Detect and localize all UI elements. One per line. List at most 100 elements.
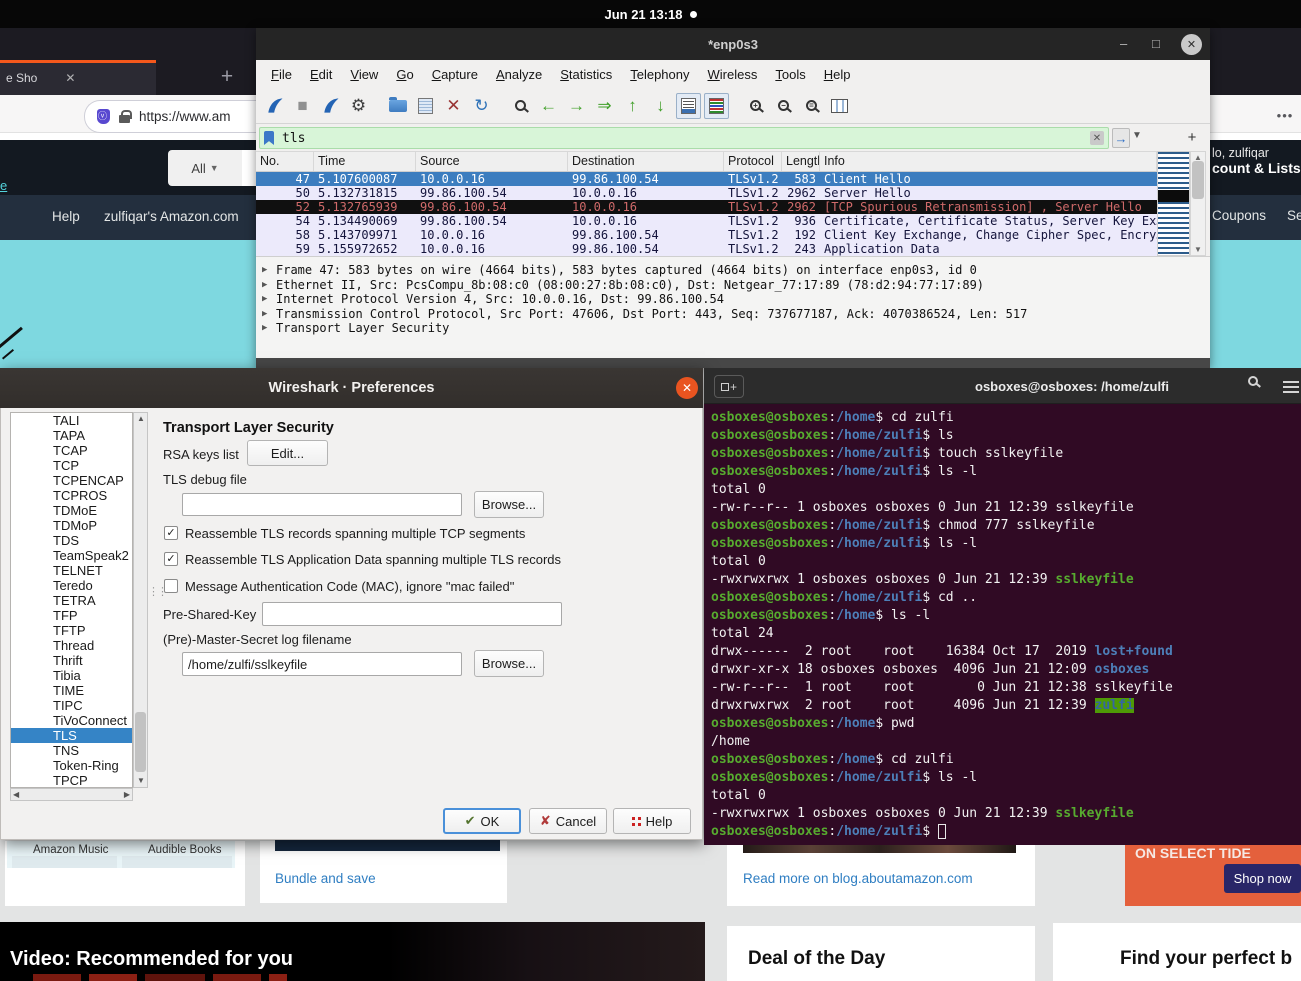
deal-card[interactable]: Deal of the Day bbox=[727, 926, 1035, 981]
protocol-item-tali[interactable]: TALI bbox=[11, 413, 132, 428]
checkbox-reassemble-appdata[interactable]: ✓ bbox=[164, 552, 178, 566]
search-input[interactable] bbox=[242, 150, 256, 186]
video-thumbnail[interactable] bbox=[269, 974, 287, 981]
filter-apply-button[interactable]: → bbox=[1112, 128, 1130, 148]
tracking-shield-icon[interactable] bbox=[97, 109, 110, 124]
close-icon[interactable]: ✕ bbox=[676, 377, 698, 399]
terminal-search-icon[interactable] bbox=[1248, 376, 1268, 396]
packet-row[interactable]: 545.13449006999.86.100.5410.0.0.16TLSv1.… bbox=[256, 214, 1157, 228]
protocol-item-tcpros[interactable]: TCPROS bbox=[11, 488, 132, 503]
protocol-item-teamspeak2[interactable]: TeamSpeak2 bbox=[11, 548, 132, 563]
checkbox-mac-ignore-label[interactable]: Message Authentication Code (MAC), ignor… bbox=[185, 579, 514, 594]
shop-now-button[interactable]: Shop now bbox=[1224, 864, 1301, 893]
protocol-item-thread[interactable]: Thread bbox=[11, 638, 132, 653]
protocol-item-time[interactable]: TIME bbox=[11, 683, 132, 698]
help-button[interactable]: Help bbox=[613, 808, 691, 834]
detail-row[interactable]: ▶Internet Protocol Version 4, Src: 10.0.… bbox=[262, 292, 1210, 307]
zoom-in-icon[interactable]: + bbox=[743, 93, 768, 119]
restart-capture-icon[interactable] bbox=[318, 93, 343, 119]
menu-view[interactable]: View bbox=[341, 67, 387, 82]
expand-arrow-icon[interactable]: ▶ bbox=[262, 307, 270, 322]
protocol-item-tns[interactable]: TNS bbox=[11, 743, 132, 758]
column-header-length[interactable]: Length bbox=[782, 152, 820, 171]
bundle-link[interactable]: Bundle and save bbox=[275, 871, 376, 886]
audible-books-label[interactable]: Audible Books bbox=[148, 844, 222, 856]
search-category-dropdown[interactable]: All ▼ bbox=[168, 150, 242, 186]
protocol-item-tcap[interactable]: TCAP bbox=[11, 443, 132, 458]
overflow-menu-icon[interactable]: ••• bbox=[1272, 103, 1298, 127]
scroll-right-icon[interactable]: ▶ bbox=[124, 790, 130, 799]
menu-analyze[interactable]: Analyze bbox=[487, 67, 551, 82]
protocol-item-telnet[interactable]: TELNET bbox=[11, 563, 132, 578]
menu-statistics[interactable]: Statistics bbox=[551, 67, 621, 82]
column-header-source[interactable]: Source bbox=[416, 152, 568, 171]
nav-link-help[interactable]: Help bbox=[52, 209, 80, 224]
detail-row[interactable]: ▶Transport Layer Security bbox=[262, 321, 1210, 336]
column-header-info[interactable]: Info bbox=[820, 152, 1157, 171]
filter-add-button[interactable]: + bbox=[1184, 127, 1200, 147]
protocol-item-tdmoe[interactable]: TDMoE bbox=[11, 503, 132, 518]
protocol-item-tcpencap[interactable]: TCPENCAP bbox=[11, 473, 132, 488]
menu-capture[interactable]: Capture bbox=[423, 67, 487, 82]
protocol-item-teredo[interactable]: Teredo bbox=[11, 578, 132, 593]
wireshark-titlebar[interactable]: *enp0s3 bbox=[256, 28, 1210, 60]
find-packet-icon[interactable] bbox=[508, 93, 533, 119]
packet-list-header[interactable]: No.TimeSourceDestinationProtocolLengthIn… bbox=[256, 151, 1157, 172]
hamburger-menu-icon[interactable] bbox=[1283, 381, 1299, 383]
video-thumbnail[interactable] bbox=[89, 974, 137, 981]
video-thumbnail[interactable] bbox=[213, 974, 261, 981]
protocol-list-hscrollbar[interactable]: ◀ ▶ bbox=[10, 788, 133, 801]
expand-arrow-icon[interactable]: ▶ bbox=[262, 321, 270, 336]
video-thumbnail[interactable] bbox=[145, 974, 205, 981]
go-to-packet-icon[interactable]: ⇒ bbox=[592, 93, 617, 119]
filter-clear-icon[interactable]: ✕ bbox=[1090, 131, 1104, 145]
menu-telephony[interactable]: Telephony bbox=[621, 67, 698, 82]
capture-options-icon[interactable]: ⚙ bbox=[346, 93, 371, 119]
expand-arrow-icon[interactable]: ▶ bbox=[262, 292, 270, 307]
amazon-music-label[interactable]: Amazon Music bbox=[33, 844, 108, 856]
detail-row[interactable]: ▶Ethernet II, Src: PcsCompu_8b:08:c0 (08… bbox=[262, 278, 1210, 293]
cancel-button[interactable]: ✘Cancel bbox=[529, 808, 607, 834]
zoom-out-icon[interactable]: − bbox=[771, 93, 796, 119]
protocol-item-tcp[interactable]: TCP bbox=[11, 458, 132, 473]
menu-edit[interactable]: Edit bbox=[301, 67, 341, 82]
protocol-item-tfp[interactable]: TFP bbox=[11, 608, 132, 623]
menu-help[interactable]: Help bbox=[815, 67, 860, 82]
scroll-up-icon[interactable]: ▲ bbox=[137, 414, 145, 423]
edit-button[interactable]: Edit... bbox=[247, 440, 328, 466]
minimize-icon[interactable]: – bbox=[1120, 36, 1127, 51]
protocol-item-token-ring[interactable]: Token-Ring bbox=[11, 758, 132, 773]
browse-debug-button[interactable]: Browse... bbox=[474, 491, 544, 518]
scrollbar-thumb[interactable] bbox=[1192, 161, 1204, 199]
psk-input[interactable] bbox=[262, 602, 562, 626]
protocol-item-tpcp[interactable]: TPCP bbox=[11, 773, 132, 788]
nav-link-my-amazon[interactable]: zulfiqar's Amazon.com bbox=[104, 209, 239, 224]
checkbox-reassemble-tcp[interactable]: ✓ bbox=[164, 526, 178, 540]
protocol-item-tdmop[interactable]: TDMoP bbox=[11, 518, 132, 533]
column-header-destination[interactable]: Destination bbox=[568, 152, 724, 171]
terminal-new-tab-button[interactable]: + bbox=[714, 375, 744, 398]
menu-tools[interactable]: Tools bbox=[766, 67, 814, 82]
scroll-left-icon[interactable]: ◀ bbox=[13, 790, 19, 799]
ok-button[interactable]: ✔OK bbox=[443, 808, 521, 834]
packet-row[interactable]: 595.15597265210.0.0.1699.86.100.54TLSv1.… bbox=[256, 242, 1157, 256]
pane-divider[interactable] bbox=[256, 358, 1210, 368]
amazon-side-link[interactable]: e bbox=[0, 178, 7, 193]
protocol-item-tetra[interactable]: TETRA bbox=[11, 593, 132, 608]
terminal-body[interactable]: osboxes@osboxes:/home$ cd zulfiosboxes@o… bbox=[704, 404, 1301, 845]
menu-file[interactable]: File bbox=[262, 67, 301, 82]
account-greeting[interactable]: lo, zulfiqar bbox=[1212, 146, 1269, 160]
filter-text[interactable]: tls bbox=[282, 131, 1082, 146]
auto-scroll-icon[interactable] bbox=[676, 93, 701, 119]
keylog-input[interactable] bbox=[182, 652, 462, 676]
protocol-item-tls[interactable]: TLS bbox=[11, 728, 132, 743]
last-packet-icon[interactable]: ↓ bbox=[648, 93, 673, 119]
expand-arrow-icon[interactable]: ▶ bbox=[262, 278, 270, 293]
menu-wireless[interactable]: Wireless bbox=[699, 67, 767, 82]
browse-keylog-button[interactable]: Browse... bbox=[474, 650, 544, 677]
nav-link-sell[interactable]: Se bbox=[1287, 208, 1301, 223]
find-card[interactable]: Find your perfect b bbox=[1053, 923, 1301, 981]
scrollbar-thumb[interactable] bbox=[135, 712, 146, 772]
close-icon[interactable]: ✕ bbox=[1181, 34, 1202, 55]
filter-bookmark-icon[interactable] bbox=[264, 131, 274, 145]
